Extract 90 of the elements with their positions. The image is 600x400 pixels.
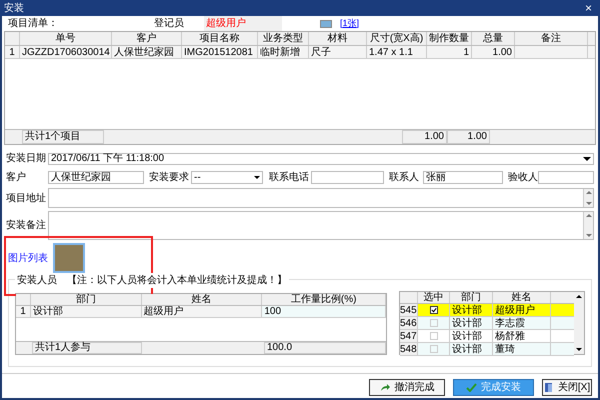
column-header: 材料 [309,32,367,45]
table-cell: 杨舒雅 [493,330,551,342]
table-cell: JGZZD1706030014 [20,46,112,58]
list-row[interactable]: 547 设计部 杨舒雅 [400,330,574,343]
list-label: 项目清单： [8,16,59,31]
table-cell: 100 [262,306,386,317]
close-button[interactable]: × [580,2,596,14]
field-label: 安装备注 [6,218,46,233]
checkmark-icon [466,383,477,392]
list-row[interactable]: 546 设计部 李志霞 [400,317,574,330]
table-cell: 设计部 [450,343,493,355]
field-label: 验收人 [508,171,536,185]
down-arrow-icon [576,348,582,351]
column-header: 尺寸(宽X高) [367,32,427,45]
table-cell: 临时新增 [258,46,309,58]
column-header: 工作量比例(%) [262,294,386,305]
table-cell: 人保世纪家园 [112,46,182,58]
curved-arrow-icon [380,383,390,392]
table-cell: 尺子 [309,46,367,58]
column-header: 备注 [515,32,588,45]
column-header: 制作数量 [427,32,472,45]
door-icon [544,382,554,393]
row-number: 1 [5,46,20,58]
table-cell: 超级用户 [493,304,551,316]
note-text: 【注：以下人员将会计入本单业绩统计及提成！】 [67,274,287,288]
field-label: 联系电话 [269,170,309,185]
photo-placeholder[interactable] [53,243,85,273]
action-button[interactable]: 关闭[X] [542,379,592,396]
table-cell: 1.47 x 1.1 [367,46,427,58]
input-field[interactable]: 张丽 [423,171,503,184]
checkbox[interactable] [430,306,438,314]
text-area[interactable] [48,188,594,208]
field-label: 联系人 [389,170,420,185]
list-row[interactable]: 545 设计部 超级用户 [400,304,574,317]
row-number: 1 [16,306,31,317]
summary-cell: 共计1人参与 [32,342,142,354]
input-field[interactable] [538,171,594,184]
column-header: 客户 [112,32,182,45]
total-cell: 1.00 [402,130,447,144]
group-title: 安装人员 [17,274,57,288]
row-number: 545 [400,304,418,316]
field-label: 项目地址 [6,192,46,206]
input-field[interactable] [311,171,384,184]
field-label: 安装日期 [6,152,46,166]
column-header: 总量 [472,32,515,45]
scroll-bar[interactable] [574,292,584,354]
image-link[interactable]: [1张] [340,16,360,30]
caret-icon [583,156,591,160]
table-cell: 1.00 [472,46,515,58]
action-button[interactable]: 撤消完成 [369,379,445,396]
table-cell: 设计部 [450,330,493,342]
table-cell: 李志霞 [493,317,551,329]
image-icon [320,20,332,28]
column-header: 项目名称 [182,32,258,45]
total-cell: 1.00 [447,130,490,144]
down-arrow-icon [586,202,592,205]
summary-cell: 共计1个项目 [22,130,104,144]
table-cell: 设计部 [30,306,142,317]
field-label: 客户 [6,170,27,185]
up-arrow-icon [586,191,592,194]
column-header: 姓名 [493,292,551,303]
table-cell: 设计部 [450,304,493,316]
window-title: 安装 [4,2,24,16]
column-header: 姓名 [142,294,262,305]
column-header: 部门 [450,292,493,303]
row-number: 548 [400,343,418,355]
list-row[interactable]: 548 设计部 董琦 [400,343,574,356]
images-label: 图片列表 [8,252,48,266]
column-header: 单号 [20,32,112,45]
registrar-label: 登记员 [154,17,185,31]
table-cell: 设计部 [450,317,493,329]
column-header: 业务类型 [258,32,309,45]
column-header: 部门 [30,294,142,305]
up-arrow-icon [576,295,582,298]
registrar-field: 超级用户 [204,16,282,31]
table-cell: IMG201512081 [182,46,258,58]
field-label: 安装要求 [149,170,189,185]
input-field[interactable]: 人保世纪家园 [48,171,144,184]
down-arrow-icon [586,234,592,237]
total-cell: 100.0 [264,342,386,354]
caret-icon [254,176,260,179]
up-arrow-icon [586,214,592,217]
row-number: 546 [400,317,418,329]
column-header: 选中 [418,292,450,303]
requirement-dropdown[interactable]: -- [191,171,263,184]
table-cell: 1 [427,46,472,58]
date-dropdown[interactable]: 2017/06/11 下午 11:18:00 [48,152,594,164]
row-number: 547 [400,330,418,342]
text-area[interactable] [48,211,594,240]
table-cell: 董琦 [493,343,551,355]
